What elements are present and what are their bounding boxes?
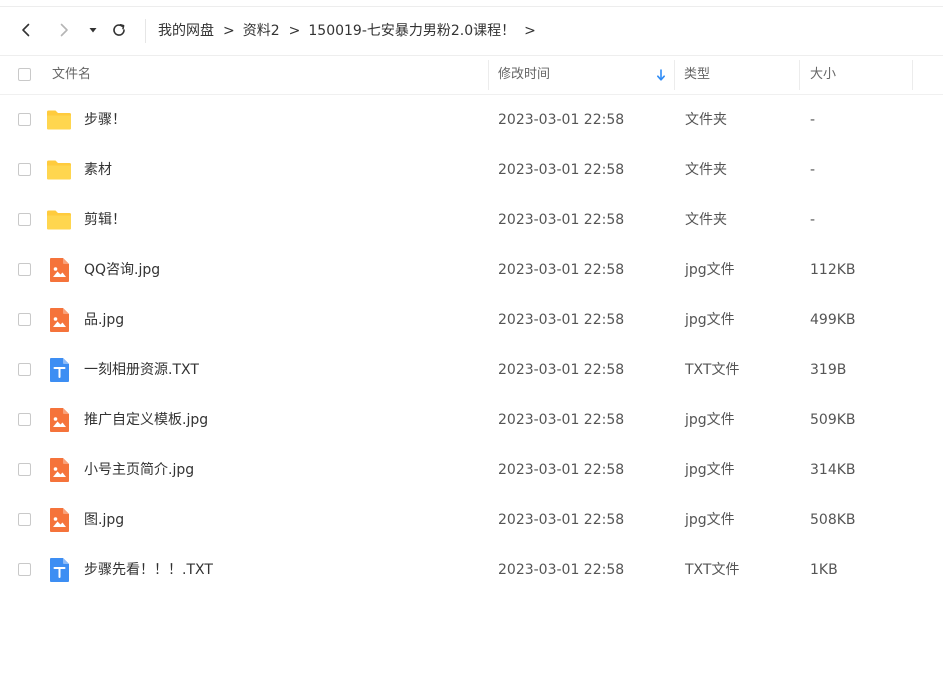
column-divider[interactable] <box>488 60 489 90</box>
forward-button[interactable] <box>53 19 75 41</box>
text-file-icon <box>46 557 72 583</box>
file-name[interactable]: 素材 <box>84 160 112 180</box>
file-modified-time: 2023-03-01 22:58 <box>498 562 625 578</box>
table-row[interactable]: 素材 2023-03-01 22:58 文件夹 - <box>0 145 943 195</box>
image-file-icon <box>46 407 72 433</box>
row-checkbox[interactable] <box>18 213 31 226</box>
history-dropdown-button[interactable] <box>82 19 104 41</box>
column-header-modified[interactable]: 修改时间 <box>498 65 550 85</box>
file-type: 文件夹 <box>685 212 727 228</box>
file-name[interactable]: 步骤先看！！！.TXT <box>84 560 213 580</box>
row-checkbox[interactable] <box>18 363 31 376</box>
row-checkbox[interactable] <box>18 313 31 326</box>
file-type: jpg文件 <box>685 462 735 478</box>
column-header-type[interactable]: 类型 <box>684 65 710 85</box>
file-size: 499KB <box>810 312 856 328</box>
image-file-icon <box>46 307 72 333</box>
file-type: jpg文件 <box>685 262 735 278</box>
image-file-icon <box>46 457 72 483</box>
table-row[interactable]: 剪辑！ 2023-03-01 22:58 文件夹 - <box>0 195 943 245</box>
file-size: - <box>810 112 816 128</box>
row-checkbox[interactable] <box>18 413 31 426</box>
column-divider[interactable] <box>799 60 800 90</box>
table-row[interactable]: 步骤先看！！！.TXT 2023-03-01 22:58 TXT文件 1KB <box>0 545 943 595</box>
table-row[interactable]: QQ咨询.jpg 2023-03-01 22:58 jpg文件 112KB <box>0 245 943 295</box>
column-header-name[interactable]: 文件名 <box>52 65 91 85</box>
image-file-icon <box>46 257 72 283</box>
breadcrumb: 我的网盘 > 资料2 >150019-七安暴力男粉2.0课程！ > <box>158 21 544 41</box>
file-type: jpg文件 <box>685 312 735 328</box>
file-modified-time: 2023-03-01 22:58 <box>498 462 625 478</box>
column-divider[interactable] <box>912 60 913 90</box>
file-type: 文件夹 <box>685 112 727 128</box>
row-checkbox[interactable] <box>18 163 31 176</box>
file-modified-time: 2023-03-01 22:58 <box>498 212 625 228</box>
table-row[interactable]: 推广自定义模板.jpg 2023-03-01 22:58 jpg文件 509KB <box>0 395 943 445</box>
file-modified-time: 2023-03-01 22:58 <box>498 362 625 378</box>
caret-down-icon <box>89 28 97 33</box>
breadcrumb-item-current[interactable]: 150019-七安暴力男粉2.0课程！ <box>308 21 515 41</box>
breadcrumb-separator: > <box>288 23 301 39</box>
file-modified-time: 2023-03-01 22:58 <box>498 412 625 428</box>
file-name[interactable]: 步骤！ <box>84 110 126 130</box>
breadcrumb-item-folder[interactable]: 资料2 <box>243 21 280 41</box>
table-row[interactable]: 一刻相册资源.TXT 2023-03-01 22:58 TXT文件 319B <box>0 345 943 395</box>
navigation-bar: 我的网盘 > 资料2 >150019-七安暴力男粉2.0课程！ > <box>0 7 943 56</box>
folder-icon <box>46 107 72 133</box>
row-checkbox[interactable] <box>18 113 31 126</box>
file-type: 文件夹 <box>685 162 727 178</box>
file-type: TXT文件 <box>685 362 740 378</box>
back-button[interactable] <box>15 19 37 41</box>
file-modified-time: 2023-03-01 22:58 <box>498 162 625 178</box>
table-row[interactable]: 图.jpg 2023-03-01 22:58 jpg文件 508KB <box>0 495 943 545</box>
column-header-size[interactable]: 大小 <box>810 65 836 85</box>
file-size: 508KB <box>810 512 856 528</box>
select-all-checkbox[interactable] <box>18 68 31 81</box>
row-checkbox[interactable] <box>18 513 31 526</box>
file-list-header: 文件名 修改时间 类型 大小 <box>0 56 943 95</box>
sort-down-arrow-icon[interactable] <box>656 69 666 82</box>
breadcrumb-separator: > <box>223 23 235 39</box>
file-modified-time: 2023-03-01 22:58 <box>498 262 625 278</box>
file-name[interactable]: 剪辑！ <box>84 210 126 230</box>
file-name[interactable]: 小号主页简介.jpg <box>84 460 194 480</box>
row-checkbox[interactable] <box>18 463 31 476</box>
text-file-icon <box>46 357 72 383</box>
table-row[interactable]: 步骤！ 2023-03-01 22:58 文件夹 - <box>0 95 943 145</box>
row-checkbox[interactable] <box>18 563 31 576</box>
column-divider[interactable] <box>674 60 675 90</box>
file-type: TXT文件 <box>685 562 740 578</box>
file-size: - <box>810 212 816 228</box>
refresh-button[interactable] <box>108 19 130 41</box>
chevron-right-icon <box>60 23 68 37</box>
file-size: 112KB <box>810 262 856 278</box>
folder-icon <box>46 157 72 183</box>
file-modified-time: 2023-03-01 22:58 <box>498 112 625 128</box>
nav-divider <box>145 19 146 43</box>
folder-icon <box>46 207 72 233</box>
file-type: jpg文件 <box>685 512 735 528</box>
window-top-edge <box>0 0 943 7</box>
breadcrumb-item-root[interactable]: 我的网盘 <box>158 21 214 41</box>
table-row[interactable]: 品.jpg 2023-03-01 22:58 jpg文件 499KB <box>0 295 943 345</box>
table-row[interactable]: 小号主页简介.jpg 2023-03-01 22:58 jpg文件 314KB <box>0 445 943 495</box>
row-checkbox[interactable] <box>18 263 31 276</box>
file-size: 509KB <box>810 412 856 428</box>
file-size: 319B <box>810 362 847 378</box>
file-name[interactable]: 一刻相册资源.TXT <box>84 360 199 380</box>
file-name[interactable]: QQ咨询.jpg <box>84 260 160 280</box>
file-name[interactable]: 图.jpg <box>84 510 124 530</box>
file-name[interactable]: 品.jpg <box>84 310 124 330</box>
file-size: - <box>810 162 816 178</box>
file-modified-time: 2023-03-01 22:58 <box>498 312 625 328</box>
file-modified-time: 2023-03-01 22:58 <box>498 512 625 528</box>
file-size: 1KB <box>810 562 838 578</box>
breadcrumb-separator: > <box>524 23 536 39</box>
chevron-left-icon <box>22 23 30 37</box>
image-file-icon <box>46 507 72 533</box>
file-type: jpg文件 <box>685 412 735 428</box>
refresh-icon <box>113 24 125 36</box>
file-size: 314KB <box>810 462 856 478</box>
file-name[interactable]: 推广自定义模板.jpg <box>84 410 208 430</box>
